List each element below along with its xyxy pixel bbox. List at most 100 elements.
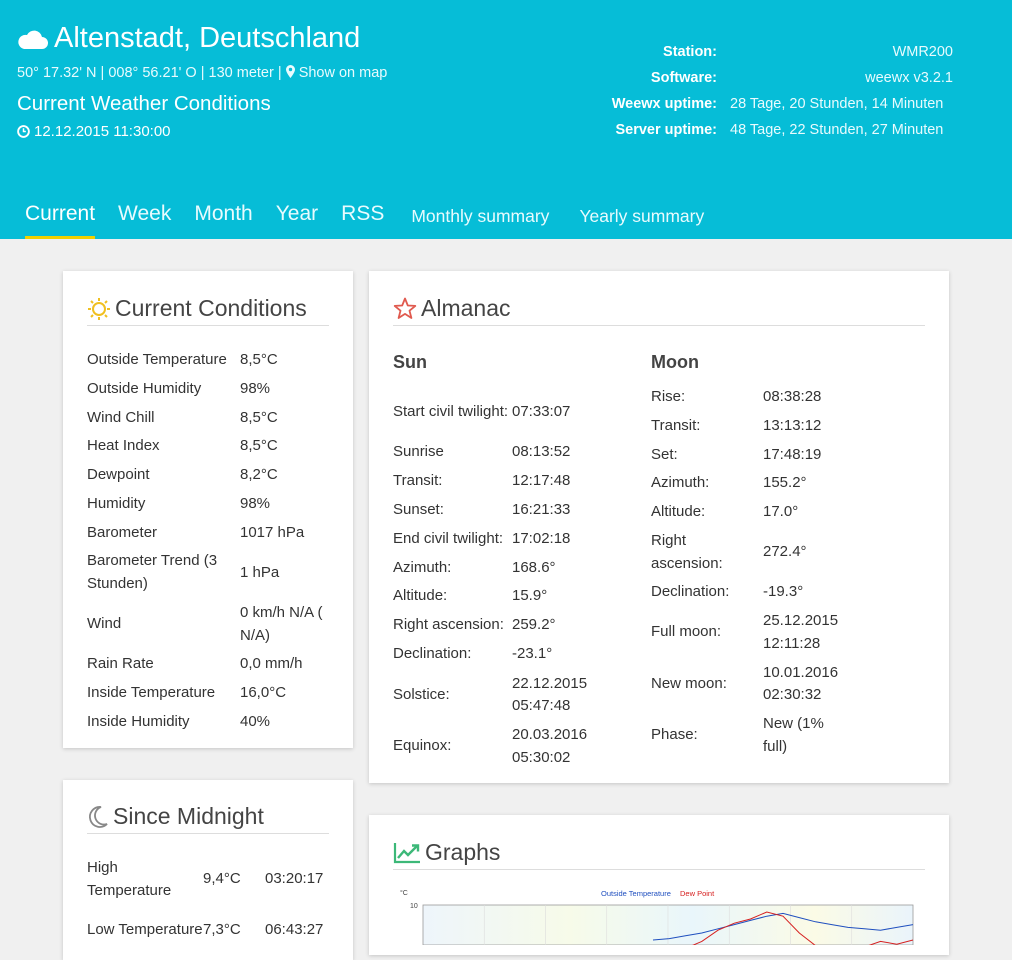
row-value: 7,3°C bbox=[203, 921, 241, 938]
software-label: Software: bbox=[650, 70, 717, 86]
row-value: 17:02:18 bbox=[512, 530, 571, 548]
since-midnight-table: High Temperature 9,4°C 03:20:17 Low Temp… bbox=[87, 853, 337, 955]
table-row: Full moon: 25.12.2015 12:11:28 bbox=[651, 607, 911, 658]
row-label: Barometer bbox=[87, 523, 158, 541]
row-label: Humidity bbox=[87, 495, 146, 512]
row-label: Declination: bbox=[651, 583, 730, 601]
row-value: 0 km/h N/A ( N/A) bbox=[240, 603, 323, 644]
weewx-uptime-value: 28 Tage, 20 Stunden, 14 Minuten bbox=[730, 96, 944, 112]
table-row: Low Temperature 7,3°C 06:43:27 bbox=[87, 904, 337, 955]
row-label: Altitude: bbox=[651, 503, 706, 521]
row-value: 07:33:07 bbox=[512, 403, 571, 421]
table-row: Inside Temperature 16,0°C bbox=[87, 678, 332, 707]
row-value: 1017 hPa bbox=[240, 523, 305, 541]
y-axis-unit-label: °C bbox=[400, 889, 408, 897]
sun-heading: Sun bbox=[393, 352, 427, 372]
tab-rss[interactable]: RSS bbox=[341, 198, 384, 239]
sun-icon bbox=[88, 297, 110, 320]
tab-yearly-summary[interactable]: Yearly summary bbox=[579, 198, 704, 239]
legend-dew-point: Dew Point bbox=[680, 889, 715, 898]
row-label: Azimuth: bbox=[651, 474, 710, 492]
tab-year[interactable]: Year bbox=[276, 198, 318, 239]
row-label: Inside Humidity bbox=[87, 712, 190, 730]
row-value: 08:38:28 bbox=[763, 388, 822, 406]
row-label: Low Temperature bbox=[87, 921, 203, 938]
weewx-uptime-label: Weewx uptime: bbox=[611, 96, 717, 112]
temperature-chart[interactable]: °C 10 Outside Temperature Dew Point bbox=[393, 885, 927, 960]
row-value: 98% bbox=[240, 495, 271, 512]
moon-icon bbox=[89, 805, 108, 828]
server-uptime-label: Server uptime: bbox=[615, 122, 717, 138]
table-row: Dewpoint 8,2°C bbox=[87, 460, 332, 489]
show-on-map-link[interactable]: Show on map bbox=[285, 65, 388, 81]
row-value: 12:17:48 bbox=[512, 472, 571, 490]
almanac-title: Almanac bbox=[393, 295, 925, 326]
software-row: Software: weewx v3.2.1 bbox=[560, 65, 960, 91]
coordinates: 50° 17.32' N | 008° 56.21' O | 130 meter… bbox=[17, 65, 387, 81]
station-info: Station: WMR200 Software: weewx v3.2.1 W… bbox=[560, 39, 960, 143]
table-row: Transit: 13:13:12 bbox=[651, 412, 911, 441]
station-row: Station: WMR200 bbox=[560, 39, 960, 65]
table-row: Wind 0 km/h N/A ( N/A) bbox=[87, 598, 332, 649]
almanac-heading: Almanac bbox=[421, 295, 511, 321]
show-on-map-label: Show on map bbox=[298, 65, 388, 81]
table-row: Outside Temperature 8,5°C bbox=[87, 345, 332, 374]
row-value: 168.6° bbox=[512, 558, 556, 576]
row-label: Right ascension: bbox=[393, 616, 504, 634]
row-label: Right ascension: bbox=[651, 532, 723, 572]
row-value: 8,5°C bbox=[240, 408, 278, 426]
server-uptime-row: Server uptime: 48 Tage, 22 Stunden, 27 M… bbox=[560, 117, 960, 143]
tab-month[interactable]: Month bbox=[194, 198, 252, 239]
row-value: 1 hPa bbox=[240, 563, 280, 581]
since-midnight-panel: Since Midnight High Temperature 9,4°C 03… bbox=[63, 780, 353, 960]
table-row: High Temperature 9,4°C 03:20:17 bbox=[87, 853, 337, 904]
table-row: Right ascension: 259.2° bbox=[393, 611, 633, 640]
row-label: Outside Humidity bbox=[87, 380, 202, 397]
row-value: 16,0°C bbox=[240, 684, 287, 701]
graphs-heading: Graphs bbox=[425, 839, 501, 865]
current-conditions-table: Outside Temperature 8,5°C Outside Humidit… bbox=[87, 345, 332, 735]
row-label: Sunrise bbox=[393, 443, 444, 461]
current-conditions-panel: Current Conditions Outside Temperature 8,… bbox=[63, 271, 353, 748]
row-value: 155.2° bbox=[763, 474, 807, 492]
table-row: New moon: 10.01.2016 02:30:32 bbox=[651, 658, 911, 710]
row-time: 06:43:27 bbox=[265, 921, 324, 938]
row-label: Start civil twilight: bbox=[393, 403, 509, 421]
row-value: 17:48:19 bbox=[763, 445, 822, 463]
tab-current[interactable]: Current bbox=[25, 198, 96, 239]
table-row: Rain Rate 0,0 mm/h bbox=[87, 649, 332, 678]
table-row: Right ascension: 272.4° bbox=[651, 527, 911, 578]
row-value: -19.3° bbox=[763, 583, 804, 601]
row-value: 98% bbox=[240, 380, 271, 397]
table-row: Rise: 08:38:28 bbox=[651, 383, 911, 412]
moon-heading: Moon bbox=[651, 352, 699, 372]
row-value: 10.01.2016 02:30:32 bbox=[763, 663, 839, 704]
row-label: End civil twilight: bbox=[393, 530, 504, 548]
station-value: WMR200 bbox=[892, 44, 953, 60]
since-midnight-heading: Since Midnight bbox=[113, 803, 264, 829]
since-midnight-title: Since Midnight bbox=[87, 803, 329, 834]
timestamp: 12.12.2015 11:30:00 bbox=[17, 123, 171, 140]
row-label: Inside Temperature bbox=[87, 684, 216, 701]
row-label: Altitude: bbox=[393, 587, 448, 605]
station-label: Station: bbox=[663, 44, 717, 60]
table-row: Solstice: 22.12.2015 05:47:48 bbox=[393, 669, 633, 721]
row-label: Rise: bbox=[651, 388, 686, 406]
tab-monthly-summary[interactable]: Monthly summary bbox=[411, 198, 549, 239]
table-row: Altitude: 17.0° bbox=[651, 498, 911, 527]
weewx-uptime-row: Weewx uptime: 28 Tage, 20 Stunden, 14 Mi… bbox=[560, 91, 960, 117]
table-row: Start civil twilight: 07:33:07 bbox=[393, 387, 633, 438]
site-title: Altenstadt, Deutschland bbox=[16, 22, 360, 55]
row-label: Wind bbox=[87, 615, 122, 632]
table-row: Set: 17:48:19 bbox=[651, 441, 911, 469]
row-label: Full moon: bbox=[651, 623, 722, 641]
row-value: 272.4° bbox=[763, 543, 807, 561]
table-row: Sunrise 08:13:52 bbox=[393, 438, 633, 467]
row-value: 40% bbox=[240, 712, 271, 730]
row-time: 03:20:17 bbox=[265, 870, 324, 887]
table-row: Barometer 1017 hPa bbox=[87, 518, 332, 546]
site-header: Altenstadt, Deutschland 50° 17.32' N | 0… bbox=[0, 0, 1012, 239]
tab-week[interactable]: Week bbox=[118, 198, 171, 239]
table-row: Sunset: 16:21:33 bbox=[393, 496, 633, 525]
row-value: -23.1° bbox=[512, 645, 553, 663]
